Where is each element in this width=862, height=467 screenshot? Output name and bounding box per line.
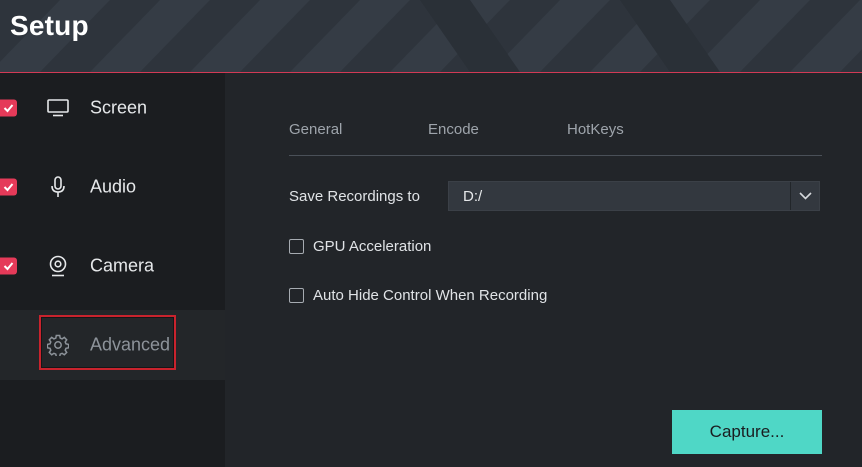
gpu-acceleration-checkbox[interactable] xyxy=(289,238,304,254)
gpu-acceleration-option[interactable]: GPU Acceleration xyxy=(289,236,431,256)
sidebar: Screen Audio Camera Advanced xyxy=(0,73,225,467)
chevron-down-icon[interactable] xyxy=(790,182,819,210)
sidebar-item-camera[interactable]: Camera xyxy=(0,231,225,301)
auto-hide-control-label: Auto Hide Control When Recording xyxy=(313,286,548,304)
sidebar-item-label: Screen xyxy=(90,97,148,118)
tab-hotkeys[interactable]: HotKeys xyxy=(567,121,624,138)
header-bar: Setup xyxy=(0,0,862,73)
save-recordings-label: Save Recordings to xyxy=(289,188,420,205)
save-location-select[interactable]: D:/ xyxy=(448,181,820,211)
audio-enabled-checkbox[interactable] xyxy=(0,178,17,196)
auto-hide-control-checkbox[interactable] xyxy=(289,287,304,303)
gpu-acceleration-label: GPU Acceleration xyxy=(313,237,432,255)
advanced-selection-highlight xyxy=(39,315,176,370)
sidebar-item-screen[interactable]: Screen xyxy=(0,73,225,143)
tab-encode[interactable]: Encode xyxy=(428,121,479,138)
webcam-icon xyxy=(46,254,70,278)
microphone-icon xyxy=(46,175,70,199)
sidebar-item-label: Audio xyxy=(90,176,137,197)
page-title: Setup xyxy=(10,10,89,41)
sidebar-item-label: Camera xyxy=(90,255,155,276)
main-panel: General Encode HotKeys Save Recordings t… xyxy=(225,73,862,467)
sidebar-item-audio[interactable]: Audio xyxy=(0,152,225,222)
settings-tabs: General Encode HotKeys xyxy=(289,121,822,156)
header-pattern xyxy=(0,0,862,72)
auto-hide-control-option[interactable]: Auto Hide Control When Recording xyxy=(289,285,547,305)
save-location-value: D:/ xyxy=(463,188,483,205)
tab-general[interactable]: General xyxy=(289,121,342,138)
monitor-icon xyxy=(46,96,70,120)
capture-button[interactable]: Capture... xyxy=(672,410,822,454)
camera-enabled-checkbox[interactable] xyxy=(0,257,17,275)
screen-enabled-checkbox[interactable] xyxy=(0,99,17,117)
